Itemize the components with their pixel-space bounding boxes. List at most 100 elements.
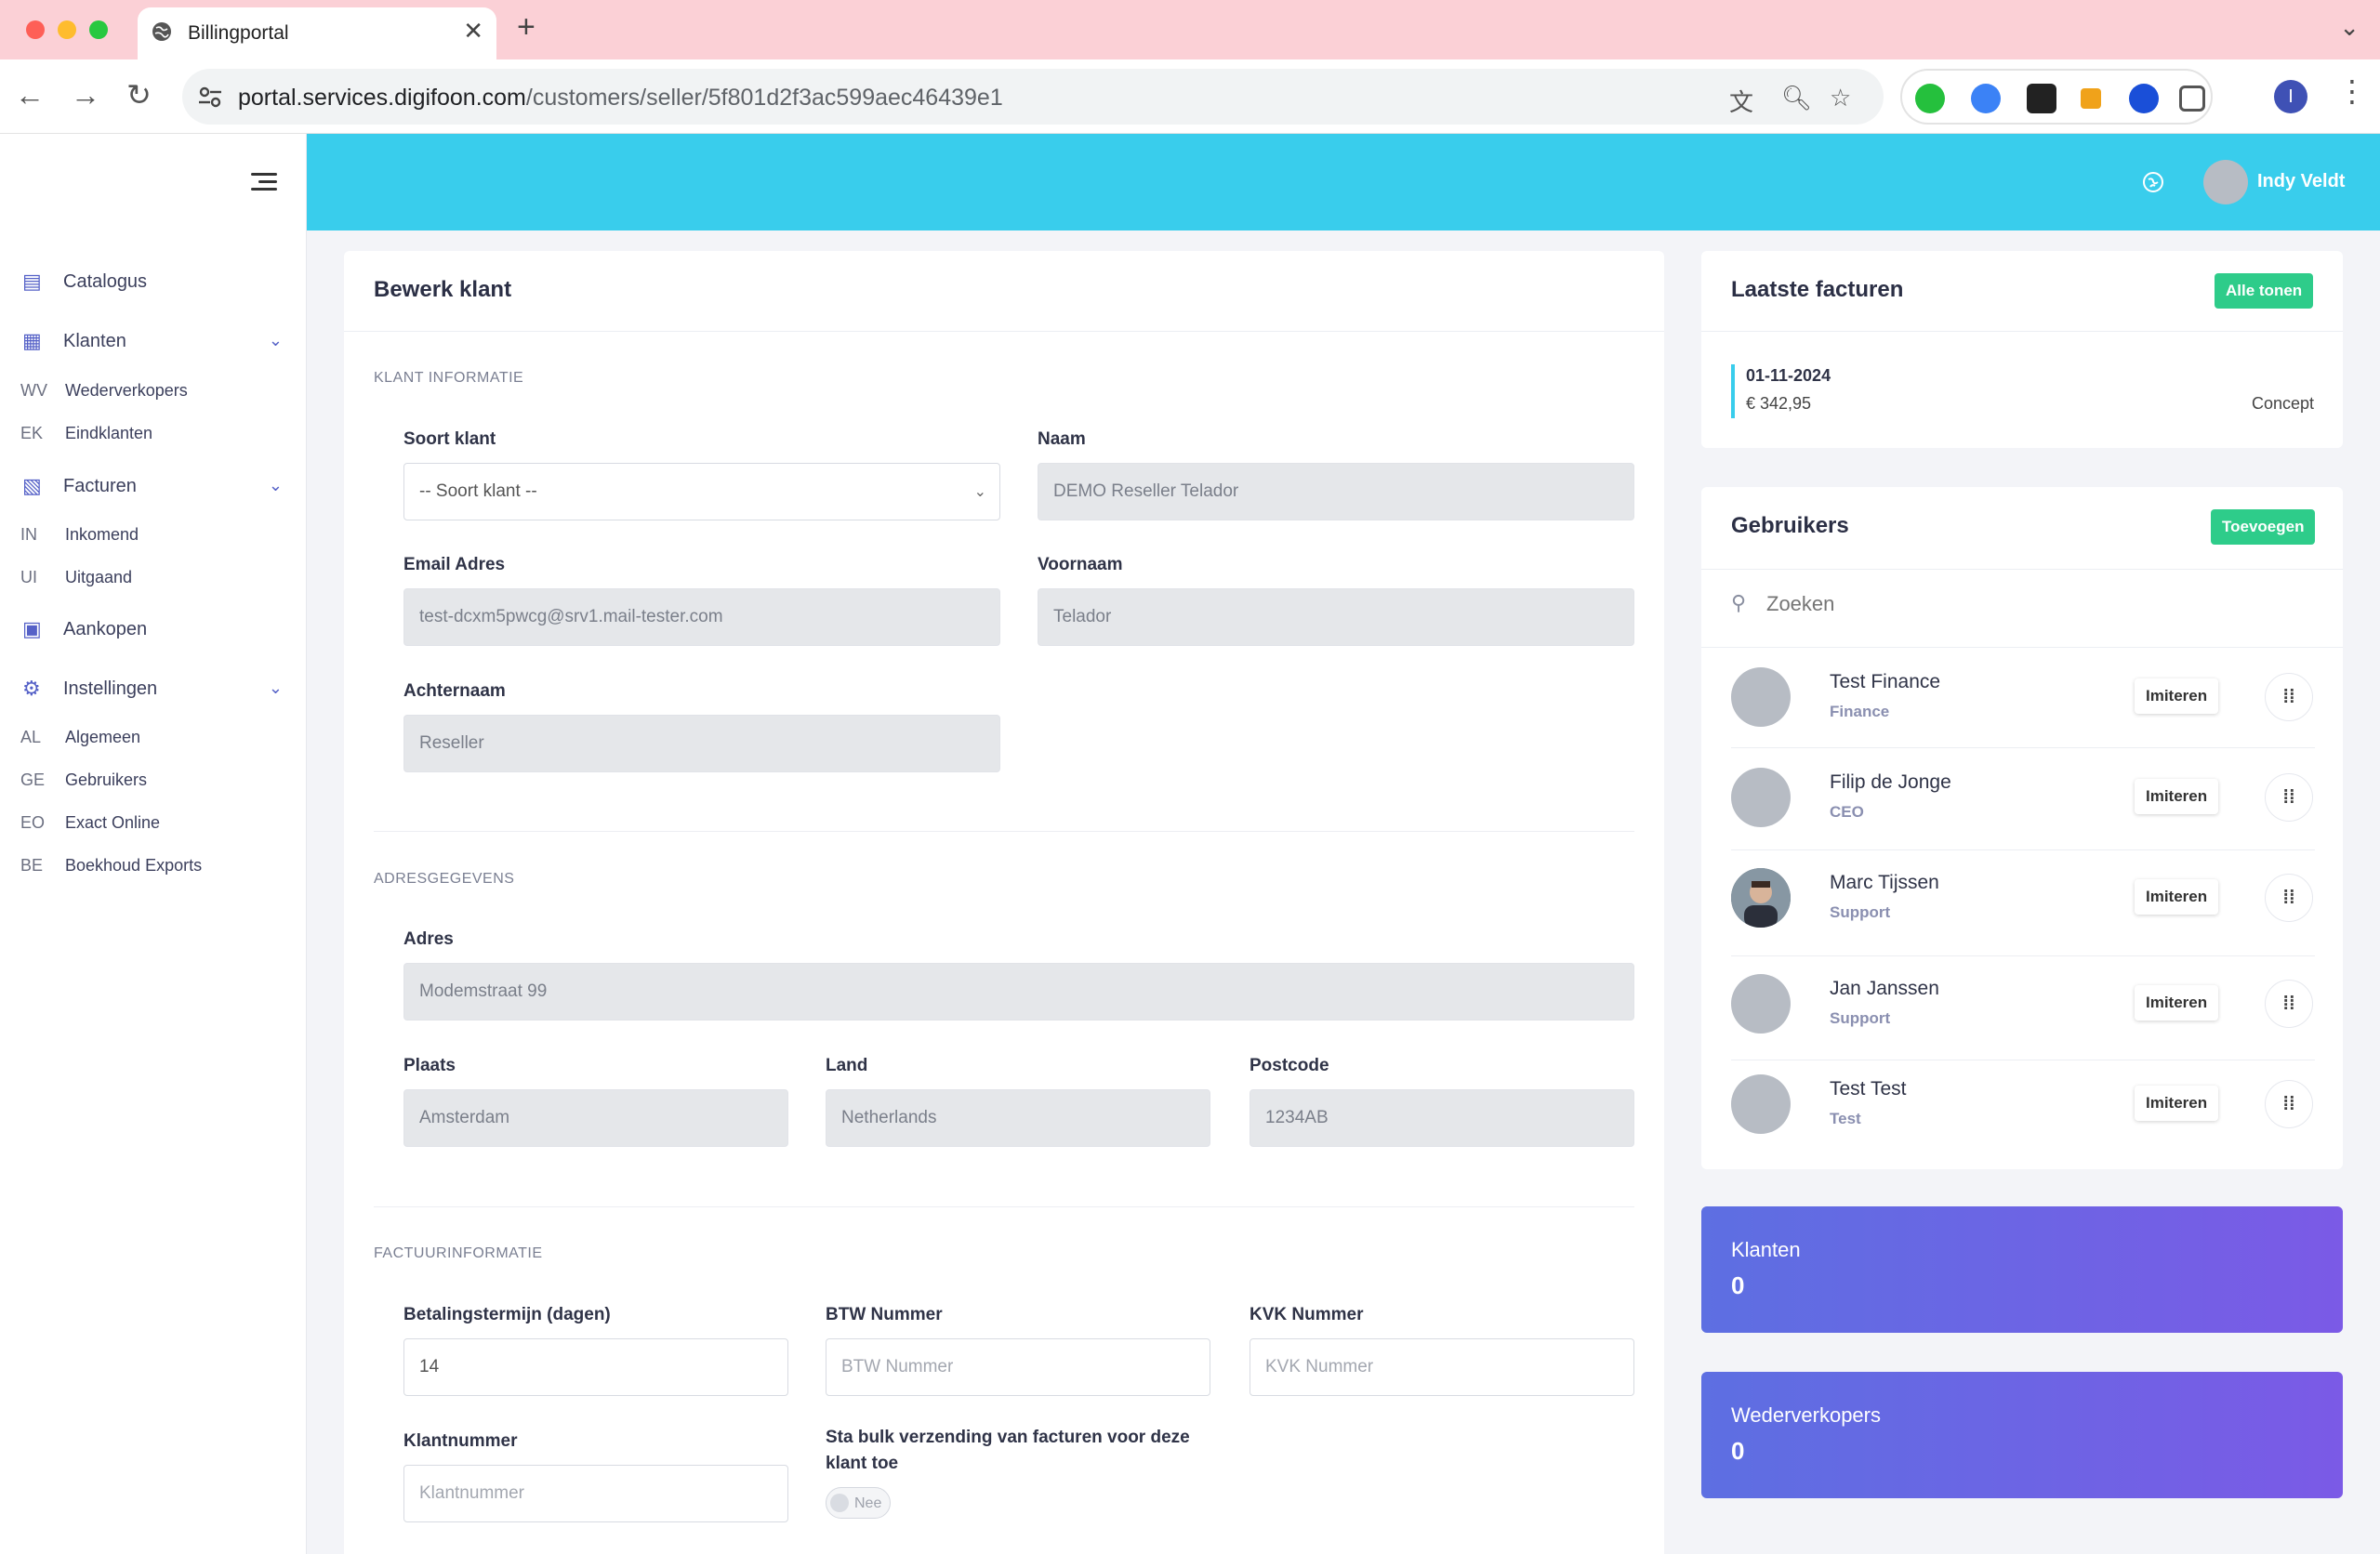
sidebar-subitem-gebruikers[interactable]: GE Gebruikers	[20, 768, 147, 792]
more-options-icon[interactable]: ⁞⁞	[2265, 773, 2313, 822]
stat-label: Klanten	[1731, 1238, 1801, 1261]
back-icon[interactable]: ←	[15, 80, 45, 110]
impersonate-button[interactable]: Imiteren	[2135, 1086, 2219, 1121]
minimize-window-button[interactable]	[58, 20, 76, 39]
btw-label: BTW Nummer	[826, 1305, 943, 1324]
forward-icon[interactable]: →	[71, 80, 100, 110]
btw-field[interactable]: BTW Nummer	[826, 1338, 1210, 1396]
avatar	[1731, 667, 1791, 727]
bulk-label-line2: klant toe	[826, 1454, 899, 1473]
stat-card-wederverkopers[interactable]: Wederverkopers 0	[1701, 1372, 2343, 1498]
reload-icon[interactable]: ↻	[126, 80, 152, 110]
naam-field[interactable]: DEMO Reseller Telador	[1038, 463, 1634, 520]
picker-extension-icon[interactable]	[2027, 84, 2056, 113]
sidebar-item-catalogus[interactable]: ▤ Catalogus	[22, 268, 283, 296]
invoice-date[interactable]: 01-11-2024	[1746, 366, 1831, 386]
invoices-title: Laatste facturen	[1731, 277, 1904, 302]
avatar	[1731, 868, 1791, 928]
land-field[interactable]: Netherlands	[826, 1089, 1210, 1147]
sidebar-subitem-uitgaand[interactable]: UI Uitgaand	[20, 565, 132, 589]
user-row: Jan Janssen Support Imiteren ⁞⁞	[1731, 957, 2315, 1058]
voornaam-field[interactable]: Telador	[1038, 588, 1634, 646]
divider	[1731, 955, 2315, 956]
maximize-window-button[interactable]	[89, 20, 108, 39]
postcode-field[interactable]: 1234AB	[1250, 1089, 1634, 1147]
section-title-adres: ADRESGEGEVENS	[374, 871, 515, 887]
betalingstermijn-field[interactable]: 14	[403, 1338, 788, 1396]
sidebar-subitem-wederverkopers[interactable]: WV Wederverkopers	[20, 378, 188, 402]
chevron-down-icon[interactable]: ⌄	[2339, 13, 2360, 42]
bulk-toggle[interactable]: Nee	[826, 1487, 891, 1519]
kvk-field[interactable]: KVK Nummer	[1250, 1338, 1634, 1396]
site-settings-icon[interactable]	[195, 82, 225, 112]
invoice-status: Concept	[2252, 394, 2315, 413]
more-options-icon[interactable]: ⁞⁞	[2265, 673, 2313, 721]
browser-tab[interactable]: Billingportal ✕	[138, 7, 496, 59]
kvk-label: KVK Nummer	[1250, 1305, 1364, 1324]
grammar-extension-icon[interactable]	[1971, 84, 2001, 113]
more-options-icon[interactable]: ⁞⁞	[2265, 874, 2313, 922]
invoices-icon: ▧	[22, 474, 42, 497]
new-tab-icon[interactable]: +	[517, 11, 536, 43]
achternaam-field[interactable]: Reseller	[403, 715, 1000, 772]
adres-field[interactable]: Modemstraat 99	[403, 963, 1634, 1021]
show-all-button[interactable]: Alle tonen	[2215, 273, 2314, 309]
plaats-field[interactable]: Amsterdam	[403, 1089, 788, 1147]
more-options-icon[interactable]: ⁞⁞	[2265, 980, 2313, 1028]
user-avatar[interactable]	[2203, 160, 2248, 204]
clickup-extension-icon[interactable]	[2081, 88, 2101, 109]
user-row: Marc Tijssen Support Imiteren ⁞⁞	[1731, 851, 2315, 952]
user-name[interactable]: Indy Veldt	[2257, 171, 2345, 192]
whatsapp-extension-icon[interactable]	[1915, 84, 1945, 113]
kvk-placeholder: KVK Nummer	[1265, 1357, 1374, 1376]
divider	[1701, 647, 2343, 648]
catalog-icon: ▤	[22, 270, 42, 293]
subitem-abbr: EO	[20, 812, 46, 832]
subitem-label: Eindklanten	[65, 423, 153, 442]
more-options-icon[interactable]: ⁞⁞	[2265, 1080, 2313, 1128]
stat-card-klanten[interactable]: Klanten 0	[1701, 1206, 2343, 1333]
sidebar-subitem-eindklanten[interactable]: EK Eindklanten	[20, 421, 152, 445]
zoom-icon[interactable]: 🔍︎	[1781, 84, 1812, 112]
sidebar-item-label: Catalogus	[63, 270, 148, 292]
sidebar-item-klanten[interactable]: ▦ Klanten ⌄	[22, 327, 283, 355]
extensions-puzzle-icon[interactable]	[2179, 86, 2205, 112]
menu-toggle-icon[interactable]	[251, 171, 277, 193]
bookmark-star-icon[interactable]: ☆	[1830, 84, 1851, 112]
impersonate-button[interactable]: Imiteren	[2135, 985, 2219, 1021]
sidebar-item-instellingen[interactable]: ⚙ Instellingen ⌄	[22, 675, 283, 703]
address-bar[interactable]: portal.services.digifoon.com/customers/s…	[182, 69, 1884, 125]
add-user-button[interactable]: Toevoegen	[2211, 509, 2316, 545]
subitem-label: Inkomend	[65, 524, 139, 544]
gear-icon: ⚙	[22, 677, 41, 700]
close-window-button[interactable]	[26, 20, 45, 39]
user-role: CEO	[1830, 803, 1864, 821]
user-search-input[interactable]	[1766, 586, 2306, 623]
impersonate-button[interactable]: Imiteren	[2135, 779, 2219, 814]
sidebar-subitem-exact-online[interactable]: EO Exact Online	[20, 810, 160, 835]
sidebar-item-facturen[interactable]: ▧ Facturen ⌄	[22, 472, 283, 500]
close-tab-icon[interactable]: ✕	[463, 19, 483, 43]
impersonate-button[interactable]: Imiteren	[2135, 678, 2219, 714]
klantnummer-field[interactable]: Klantnummer	[403, 1465, 788, 1522]
land-value: Netherlands	[841, 1108, 937, 1127]
subitem-abbr: UI	[20, 567, 37, 586]
browser-tab-bar: Billingportal ✕ + ⌄	[0, 0, 2380, 59]
soort-klant-select[interactable]: -- Soort klant -- ⌄	[403, 463, 1000, 520]
profile-avatar[interactable]: I	[2274, 80, 2307, 113]
section-title-factuur: FACTUURINFORMATIE	[374, 1245, 543, 1261]
postcode-label: Postcode	[1250, 1056, 1329, 1075]
browser-menu-icon[interactable]: ⋮	[2337, 76, 2367, 106]
subitem-label: Wederverkopers	[65, 380, 188, 400]
language-globe-icon[interactable]	[2142, 171, 2164, 193]
sidebar-subitem-algemeen[interactable]: AL Algemeen	[20, 725, 140, 749]
user-row: Test Finance Finance Imiteren ⁞⁞	[1731, 651, 2315, 751]
email-field[interactable]: test-dcxm5pwcg@srv1.mail-tester.com	[403, 588, 1000, 646]
sidebar-subitem-boekhoud-exports[interactable]: BE Boekhoud Exports	[20, 853, 202, 877]
avatar	[1731, 1074, 1791, 1134]
sidebar-item-aankopen[interactable]: ▣ Aankopen	[22, 615, 283, 643]
sidebar-subitem-inkomend[interactable]: IN Inkomend	[20, 522, 139, 547]
password-manager-extension-icon[interactable]	[2129, 84, 2159, 113]
impersonate-button[interactable]: Imiteren	[2135, 879, 2219, 915]
translate-icon[interactable]: 文	[1729, 84, 1753, 118]
